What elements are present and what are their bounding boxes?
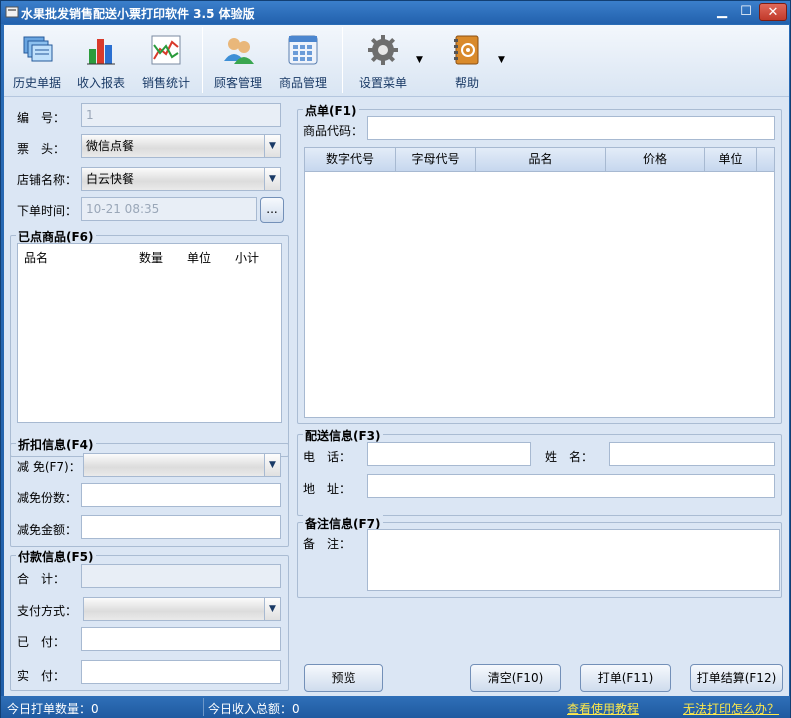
toolbar-income-report[interactable]: 收入报表 [74,33,128,91]
store-label: 店铺名称： [17,173,78,187]
title-bar: 水果批发销售配送小票打印软件 3.5 体验版 ▁ ☐ ✕ [1,1,790,24]
number-label: 编 号： [17,111,66,125]
tutorial-link[interactable]: 查看使用教程 [567,700,639,717]
reduce-label: 减 免(F7)： [17,460,81,474]
gear-icon [368,35,398,65]
code-label: 商品代码： [303,124,364,138]
store-select-value: 白云快餐 [86,172,135,186]
total-field [81,564,281,588]
toolbar-help[interactable]: 帮助 [442,33,492,91]
ordered-items-list[interactable]: 品名 数量 单位 小计 [17,243,282,423]
actual-input[interactable] [81,660,281,684]
order-title: 点单(F1) [303,102,359,119]
copies-label: 减免份数： [17,491,78,505]
preview-button[interactable]: 预览 [304,664,383,692]
history-icon [23,36,53,62]
toolbar-customers[interactable]: 顾客管理 [211,33,265,91]
status-bar: 今日打单数量：0 今日收入总额：0 查看使用教程 无法打印怎么办？ [1,696,790,718]
settings-dropdown-arrow-icon[interactable]: ▼ [416,55,423,65]
toolbar-products-label: 商品管理 [278,76,327,90]
name-label: 姓 名： [545,450,594,464]
paid-input[interactable] [81,627,281,651]
help-dropdown-arrow-icon[interactable]: ▼ [498,55,505,65]
grid-icon [288,35,318,65]
product-code-input[interactable] [367,116,775,140]
chevron-down-icon[interactable]: ▼ [264,168,280,190]
product-grid[interactable]: 数字代号 字母代号 品名 价格 单位 [304,147,775,418]
window-title: 水果批发销售配送小票打印软件 3.5 体验版 [21,7,255,21]
col-letter-code[interactable]: 字母代号 [396,148,476,171]
toolbar-settings[interactable]: 设置菜单 [354,33,412,91]
ordered-col-unit: 单位 [187,251,212,265]
minimize-button[interactable]: ▁ [711,3,733,21]
line-chart-icon [151,35,181,65]
maximize-button[interactable]: ☐ [735,3,757,21]
discount-title: 折扣信息(F4) [16,436,96,453]
toolbar-settings-label: 设置菜单 [358,76,407,90]
col-unit[interactable]: 单位 [705,148,757,171]
notes-label: 备 注： [303,537,352,551]
method-label: 支付方式： [17,604,78,618]
order-time-field: 10-21 08:35 [81,197,257,221]
clear-button[interactable]: 清空(F10) [470,664,561,692]
toolbar-help-label: 帮助 [454,76,479,90]
toolbar-history[interactable]: 历史单据 [10,33,64,91]
notes-textarea[interactable] [367,529,780,591]
ticket-select-value: 微信点餐 [86,139,135,153]
chevron-down-icon[interactable]: ▼ [264,135,280,157]
close-button[interactable]: ✕ [759,3,787,21]
discount-amount-input[interactable] [81,515,281,539]
ticket-label: 票 头： [17,142,66,156]
toolbar-separator [202,27,203,93]
col-numeric-code[interactable]: 数字代号 [305,148,396,171]
print-button[interactable]: 打单(F11) [580,664,671,692]
time-label: 下单时间： [17,204,78,218]
ticket-select[interactable]: 微信点餐 ▼ [81,134,281,158]
total-label: 合 计： [17,572,66,586]
paid-label: 已 付： [17,635,66,649]
phone-input[interactable] [367,442,531,466]
chevron-down-icon[interactable]: ▼ [264,598,280,620]
payment-method-select[interactable]: ▼ [83,597,281,621]
toolbar-products[interactable]: 商品管理 [276,33,330,91]
address-input[interactable] [367,474,775,498]
print-settle-button[interactable]: 打单结算(F12) [690,664,783,692]
toolbar-income-report-label: 收入报表 [76,76,125,90]
chevron-down-icon[interactable]: ▼ [264,454,280,476]
ordered-col-name: 品名 [24,251,49,265]
orders-today-status: 今日打单数量：0 [7,702,99,716]
customer-name-input[interactable] [609,442,775,466]
ordered-col-subtotal: 小计 [235,251,260,265]
users-icon [224,38,254,64]
toolbar-sales-stats[interactable]: 销售统计 [139,33,193,91]
actual-label: 实 付： [17,669,66,683]
ordered-col-qty: 数量 [139,251,164,265]
store-select[interactable]: 白云快餐 ▼ [81,167,281,191]
product-grid-header: 数字代号 字母代号 品名 价格 单位 [305,148,774,172]
app-window: 水果批发销售配送小票打印软件 3.5 体验版 ▁ ☐ ✕ 历史单据 收入报表 销… [0,0,791,718]
time-picker-button[interactable]: ... [260,197,284,223]
phone-label: 电 话： [303,450,352,464]
discount-copies-input[interactable] [81,483,281,507]
client-area: 历史单据 收入报表 销售统计 顾客管理 商品管理 设置菜单 ▼ 帮助 ▼ 编 号… [4,25,789,696]
print-help-link[interactable]: 无法打印怎么办？ [683,700,779,717]
reduce-select[interactable]: ▼ [83,453,281,477]
number-field: 1 [81,103,281,127]
income-today-status: 今日收入总额：0 [208,702,300,716]
toolbar-sales-stats-label: 销售统计 [141,76,190,90]
app-icon [5,6,19,18]
help-book-icon [454,35,479,65]
status-separator [203,698,204,716]
bar-chart-icon [87,39,115,65]
toolbar-customers-label: 顾客管理 [213,76,262,90]
col-price[interactable]: 价格 [606,148,705,171]
address-label: 地 址： [303,482,352,496]
toolbar-separator [342,27,343,93]
toolbar-history-label: 历史单据 [12,76,61,90]
toolbar: 历史单据 收入报表 销售统计 顾客管理 商品管理 设置菜单 ▼ 帮助 ▼ [4,25,789,97]
col-product-name[interactable]: 品名 [476,148,606,171]
amount-label: 减免金额： [17,523,78,537]
payment-title: 付款信息(F5) [16,548,96,565]
